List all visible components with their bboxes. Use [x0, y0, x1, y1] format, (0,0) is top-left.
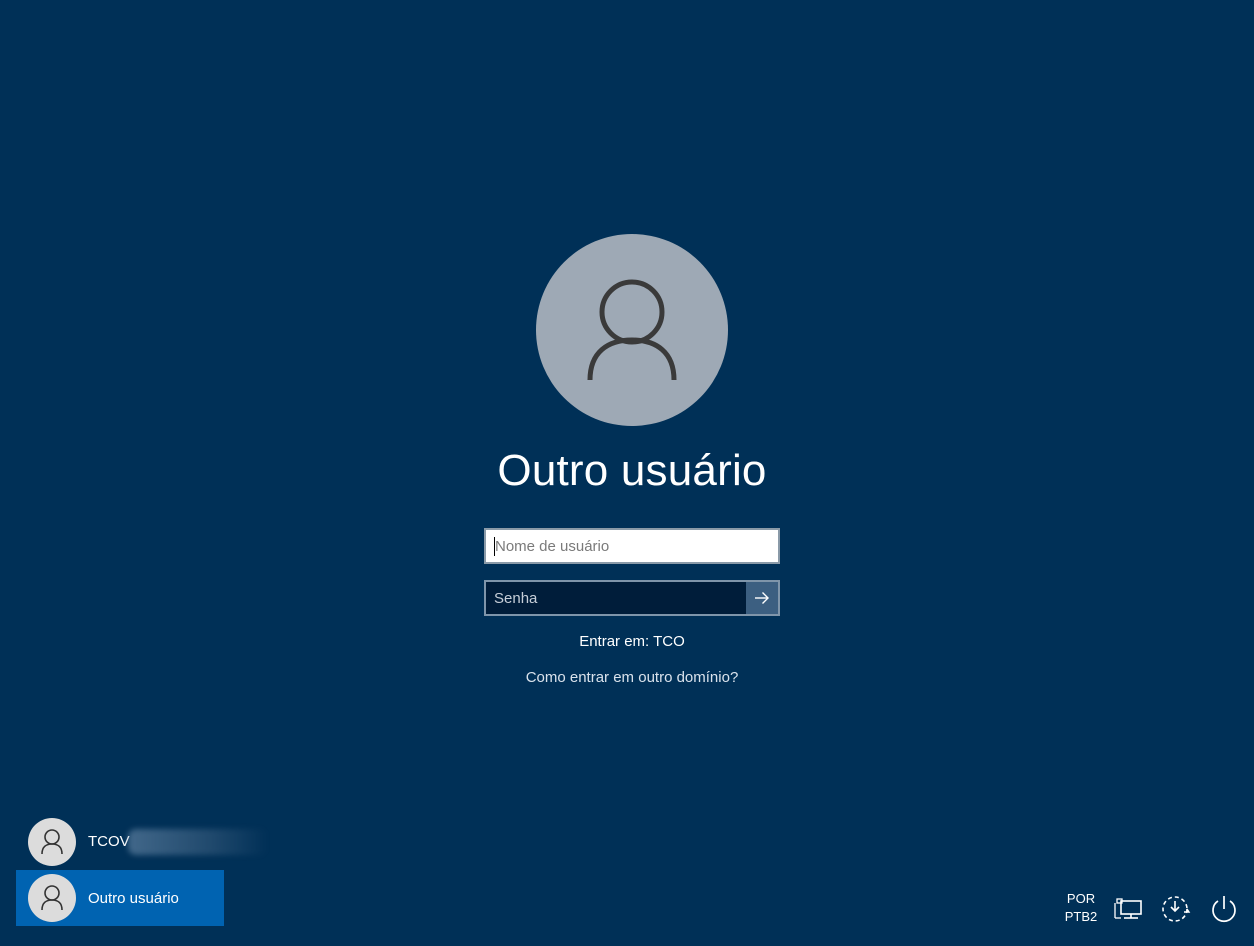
password-field-box[interactable]: [484, 580, 780, 616]
network-icon[interactable]: [1112, 892, 1144, 924]
user-list-label: Outro usuário: [88, 889, 179, 907]
username-field-box[interactable]: [484, 528, 780, 564]
user-list-item-tcov[interactable]: TCOV: [16, 814, 268, 870]
user-silhouette-icon: [41, 885, 63, 911]
password-input[interactable]: [486, 582, 748, 614]
user-list-label: TCOV: [88, 829, 268, 855]
input-language-indicator[interactable]: POR PTB2: [1060, 890, 1102, 926]
power-icon[interactable]: [1208, 892, 1240, 924]
power-icon-graphic: [1212, 896, 1236, 922]
redaction-blur: [127, 829, 268, 855]
username-input[interactable]: [486, 530, 778, 562]
user-silhouette-icon: [587, 279, 677, 381]
login-screen: Outro usuário Entrar em: TCO Como entrar…: [0, 0, 1254, 946]
ease-of-access-icon[interactable]: [1160, 892, 1192, 924]
keyboard-layout-code: PTB2: [1064, 909, 1098, 924]
submit-button[interactable]: [746, 582, 778, 614]
other-domain-link[interactable]: Como entrar em outro domínio?: [432, 669, 832, 686]
user-list-item-outro-usuario[interactable]: Outro usuário: [16, 870, 224, 926]
arrow-right-icon: [755, 592, 769, 604]
language-code: POR: [1066, 891, 1096, 906]
network-icon-graphic: [1114, 898, 1142, 919]
user-account-name: TCOV: [88, 832, 130, 850]
sign-in-domain-text: Entrar em: TCO: [579, 633, 685, 650]
user-avatar-small: [28, 818, 76, 866]
text-caret: [494, 537, 495, 556]
ease-of-access-icon-graphic: [1162, 896, 1191, 922]
user-silhouette-icon: [41, 829, 63, 855]
user-name-title: Outro usuário: [497, 446, 767, 495]
user-avatar-small: [28, 874, 76, 922]
user-avatar: [536, 234, 728, 426]
